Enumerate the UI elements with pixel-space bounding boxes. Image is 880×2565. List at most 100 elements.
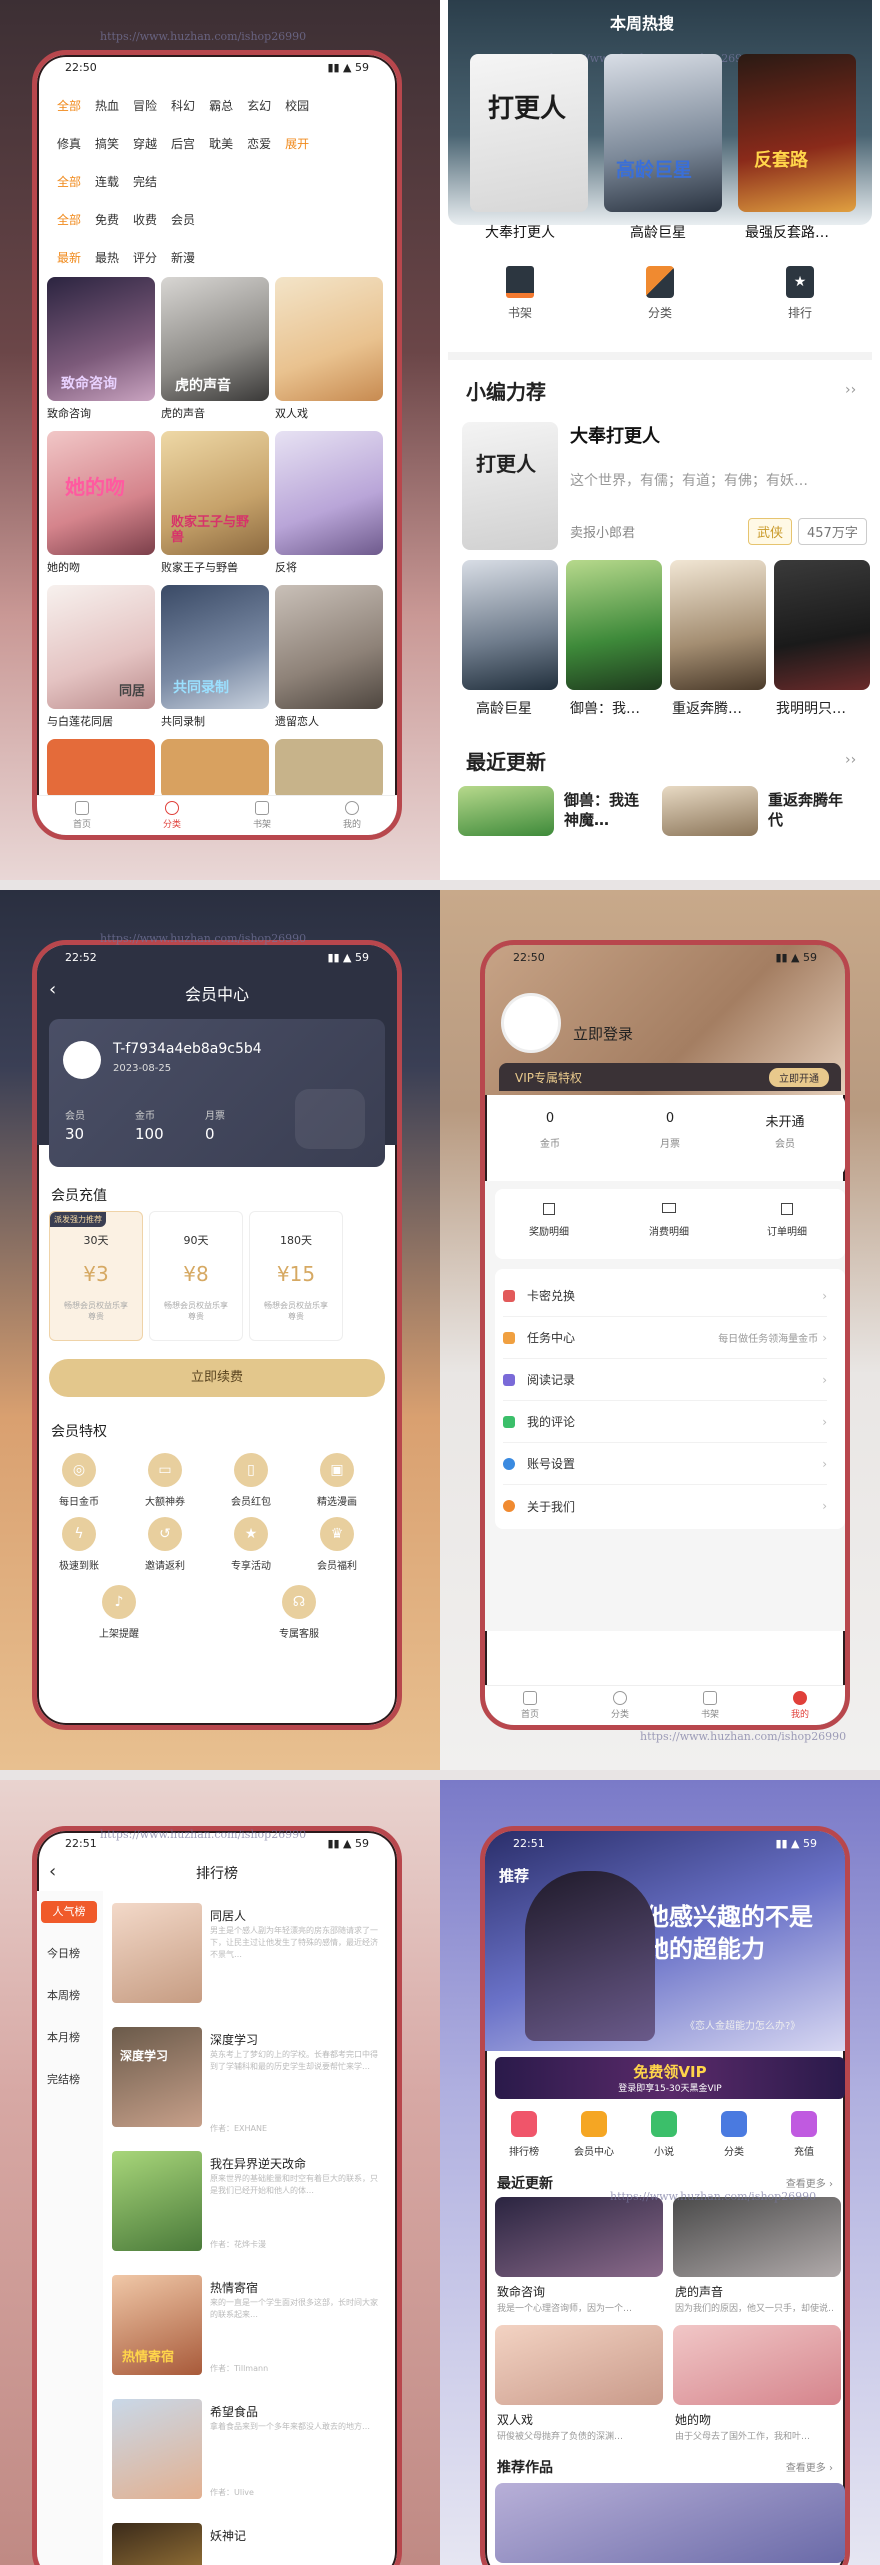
hero-banner[interactable]: 他感兴趣的不是她的超能力 《恋人金超能力怎么办?》	[485, 1831, 845, 2051]
menu-my-comments[interactable]: 我的评论 ›	[503, 1401, 827, 1443]
book-cover[interactable]	[495, 2325, 663, 2405]
shortcut-rank[interactable]: ★ 排行	[780, 266, 820, 321]
rec-more[interactable]: 查看更多 ›	[786, 2459, 833, 2474]
more-arrow[interactable]: ››	[845, 382, 856, 398]
quick-novel[interactable]: 小说	[639, 2111, 689, 2158]
privilege-item[interactable]: ★ 专享活动	[221, 1517, 281, 1572]
privilege-item[interactable]: ϟ 极速到账	[49, 1517, 109, 1572]
filter-chip[interactable]: 搞笑	[95, 135, 119, 152]
filter-chip[interactable]: 霸总	[209, 97, 233, 114]
consume-detail[interactable]: 消费明细	[639, 1203, 699, 1238]
filter-chip[interactable]: 恋爱	[247, 135, 271, 152]
rank-tab[interactable]: 今日榜	[47, 1945, 80, 1961]
row-cover[interactable]	[774, 560, 870, 690]
comic-cover[interactable]: 同居	[47, 585, 155, 709]
filter-chip[interactable]: 科幻	[171, 97, 195, 114]
privilege-item[interactable]: ♛ 会员福利	[307, 1517, 367, 1572]
menu-task-center[interactable]: 任务中心 每日做任务领海量金币 ›	[503, 1317, 827, 1359]
order-detail[interactable]: 订单明细	[757, 1203, 817, 1238]
book-cover[interactable]	[673, 2197, 841, 2277]
reward-detail[interactable]: 奖励明细	[519, 1203, 579, 1238]
privilege-item[interactable]: ▯ 会员红包	[221, 1453, 281, 1508]
filter-chip[interactable]: 后宫	[171, 135, 195, 152]
comic-cover[interactable]: 致命咨询	[47, 277, 155, 401]
tab-recommend[interactable]: 推荐	[499, 1865, 529, 1886]
filter-chip[interactable]: 评分	[133, 249, 157, 266]
privilege-item[interactable]: ♪ 上架提醒	[89, 1585, 149, 1640]
shortcut-category[interactable]: 分类	[640, 266, 680, 321]
nav-shelf[interactable]: 书架	[701, 1691, 719, 1720]
comic-cover[interactable]	[275, 277, 383, 401]
hot-cover[interactable]: 高龄巨星	[604, 54, 722, 212]
hot-cover[interactable]: 打更人	[470, 54, 588, 212]
comic-cover[interactable]: 虎的声音	[161, 277, 269, 401]
rank-tab[interactable]: 本月榜	[47, 2029, 80, 2045]
privilege-item[interactable]: ◎ 每日金币	[49, 1453, 109, 1508]
rank-item[interactable]: 我在异界逆天改命 原来世界的基础能量和时空有着巨大的联系，只是我们已经开始和他人的…	[112, 2151, 392, 2271]
quick-vip[interactable]: 会员中心	[569, 2111, 619, 2158]
book-cover[interactable]	[495, 2197, 663, 2277]
rank-item[interactable]: 妖神记	[112, 2523, 392, 2565]
comic-cover[interactable]	[275, 739, 383, 799]
recent-cover[interactable]	[458, 786, 554, 836]
filter-chip[interactable]: 校园	[285, 97, 309, 114]
menu-account-settings[interactable]: 账号设置 ›	[503, 1443, 827, 1485]
menu-read-history[interactable]: 阅读记录 ›	[503, 1359, 827, 1401]
filter-chip[interactable]: 最新	[57, 249, 81, 266]
book-cover[interactable]	[495, 2483, 845, 2563]
plan-card[interactable]: 派发强力推荐 30天 ¥3 畅想会员权益乐享尊贵	[49, 1211, 143, 1341]
rank-item[interactable]: 希望食品 拿着食品来到一个多年来都没人敢去的地方… 作者：Ulive	[112, 2399, 392, 2519]
comic-cover[interactable]: 败家王子与野兽	[161, 431, 269, 555]
vip-open-button[interactable]: 立即开通	[769, 1068, 829, 1087]
nav-mine[interactable]: 我的	[791, 1691, 809, 1720]
filter-chip[interactable]: 新漫	[171, 249, 195, 266]
filter-chip[interactable]: 全部	[57, 211, 81, 228]
vip-banner[interactable]: 免费领VIP 登录即享15-30天黑金VIP	[495, 2057, 845, 2099]
login-link[interactable]: 立即登录	[573, 1023, 633, 1044]
rank-tab-active[interactable]: 人气榜	[41, 1901, 97, 1923]
editor-cover[interactable]: 打更人	[462, 422, 558, 550]
plan-card[interactable]: 180天 ¥15 畅想会员权益乐享尊贵	[249, 1211, 343, 1341]
quick-rank[interactable]: 排行榜	[499, 2111, 549, 2158]
nav-category[interactable]: 分类	[611, 1691, 629, 1720]
more-arrow[interactable]: ››	[845, 752, 856, 768]
rank-item[interactable]: 深度学习 深度学习 英东考上了梦幻的上的学校。长春都考完口中得到了学辅科和最的历史学…	[112, 2027, 392, 2147]
row-cover[interactable]	[670, 560, 766, 690]
rank-tab[interactable]: 完结榜	[47, 2071, 80, 2087]
recent-cover[interactable]	[662, 786, 758, 836]
nav-category[interactable]: 分类	[163, 801, 181, 830]
filter-chip[interactable]: 全部	[57, 173, 81, 190]
recent-more[interactable]: 查看更多 ›	[786, 2175, 833, 2190]
shortcut-shelf[interactable]: 书架	[500, 266, 540, 321]
filter-chip[interactable]: 热血	[95, 97, 119, 114]
nav-home[interactable]: 首页	[521, 1691, 539, 1720]
comic-cover[interactable]: 共同录制	[161, 585, 269, 709]
renew-button[interactable]: 立即续费	[49, 1359, 385, 1397]
filter-chip[interactable]: 穿越	[133, 135, 157, 152]
filter-chip[interactable]: 玄幻	[247, 97, 271, 114]
book-cover[interactable]	[673, 2325, 841, 2405]
rank-item[interactable]: 热情寄宿 热情寄宿 来的一直是一个学生面对很多这部，长时间大家的联系起来… 作者：Ti…	[112, 2275, 392, 2395]
privilege-item[interactable]: ↺ 邀请返利	[135, 1517, 195, 1572]
filter-chip[interactable]: 耽美	[209, 135, 233, 152]
filter-chip[interactable]: 收费	[133, 211, 157, 228]
filter-chip[interactable]: 冒险	[133, 97, 157, 114]
menu-card-redeem[interactable]: 卡密兑换 ›	[503, 1275, 827, 1317]
comic-cover[interactable]	[275, 585, 383, 709]
menu-about[interactable]: 关于我们 ›	[503, 1485, 827, 1527]
quick-recharge[interactable]: 充值	[779, 2111, 829, 2158]
row-cover[interactable]	[462, 560, 558, 690]
filter-chip[interactable]: 会员	[171, 211, 195, 228]
comic-cover[interactable]	[47, 739, 155, 799]
rank-tab[interactable]: 本周榜	[47, 1987, 80, 2003]
rank-item[interactable]: 同居人 男主是个感人副为年轻漂亮的房东邵随请求了一下，让民主过让他发生了特殊的感情…	[112, 1903, 392, 2023]
hot-cover[interactable]: 反套路	[738, 54, 856, 212]
nav-home[interactable]: 首页	[73, 801, 91, 830]
comic-cover[interactable]	[275, 431, 383, 555]
privilege-item[interactable]: ▣ 精选漫画	[307, 1453, 367, 1508]
row-cover[interactable]	[566, 560, 662, 690]
privilege-item[interactable]: ☊ 专属客服	[269, 1585, 329, 1640]
filter-chip[interactable]: 完结	[133, 173, 157, 190]
filter-chip[interactable]: 修真	[57, 135, 81, 152]
privilege-item[interactable]: ▭ 大额神券	[135, 1453, 195, 1508]
